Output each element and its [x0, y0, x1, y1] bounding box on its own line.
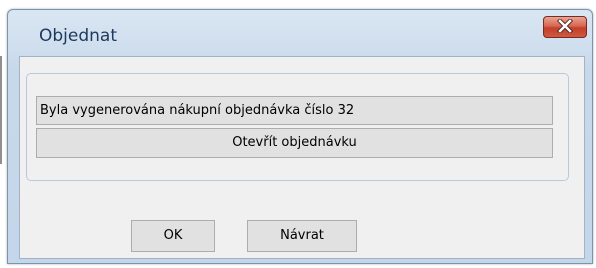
order-generated-message: Byla vygenerována nákupní objednávka čís…	[36, 96, 553, 125]
window-title: Objednat	[39, 26, 118, 46]
message-group-box: Byla vygenerována nákupní objednávka čís…	[26, 73, 569, 181]
close-icon	[557, 17, 573, 37]
background-window-edge	[0, 56, 2, 164]
close-button[interactable]	[543, 16, 587, 38]
back-button[interactable]: Návrat	[247, 220, 357, 252]
dialog-client-area: Byla vygenerována nákupní objednávka čís…	[19, 56, 585, 259]
dialog-window: Objednat Byla vygenerována nákupní objed…	[7, 9, 593, 264]
open-order-button[interactable]: Otevřít objednávku	[36, 128, 553, 158]
ok-button[interactable]: OK	[131, 220, 215, 252]
